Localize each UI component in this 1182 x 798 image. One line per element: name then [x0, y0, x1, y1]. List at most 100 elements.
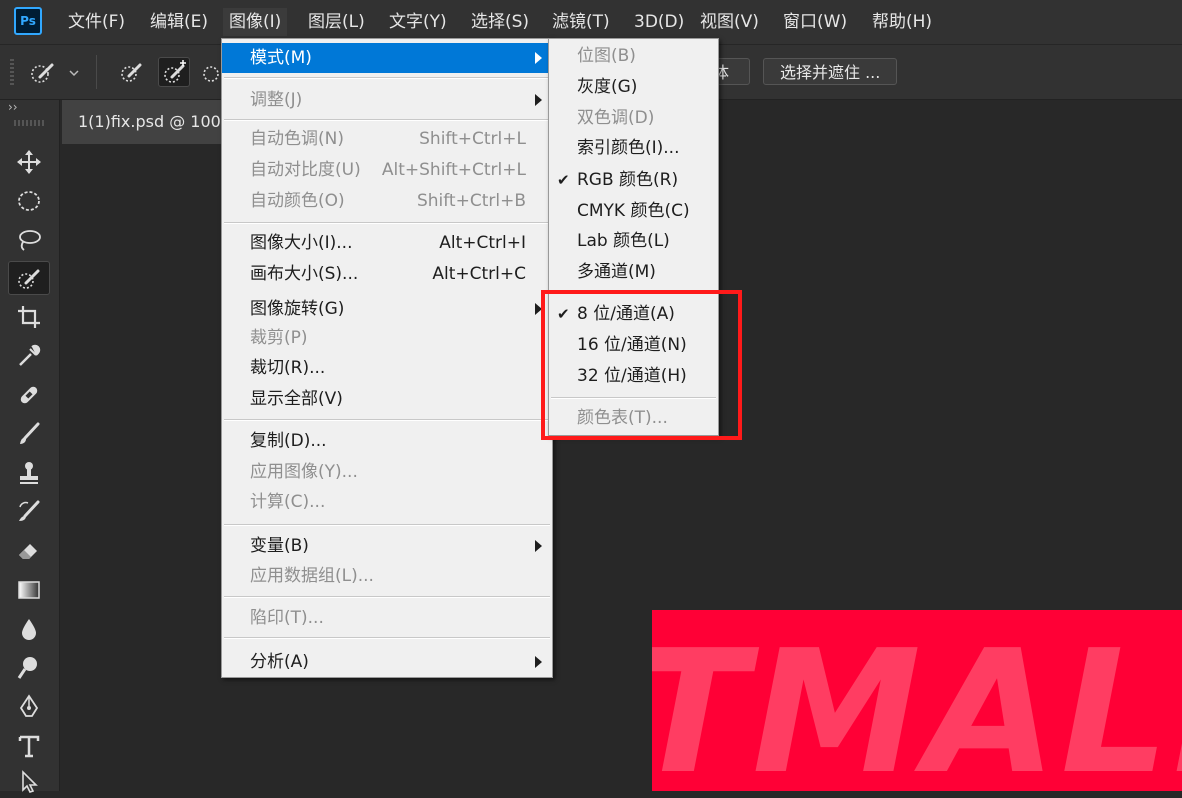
gradient-tool[interactable]: [8, 573, 50, 607]
tool-preset-picker[interactable]: [26, 57, 86, 87]
menu-help[interactable]: 帮助(H): [866, 8, 938, 36]
menu-item-label: 图像大小(I)...: [250, 233, 353, 253]
menu-item-duplicate[interactable]: 复制(D)...: [222, 426, 552, 456]
menu-item-variables[interactable]: 变量(B): [222, 531, 552, 561]
quick-selection-tool[interactable]: [8, 261, 50, 295]
submenu-item-cmyk-color[interactable]: CMYK 颜色(C): [549, 196, 718, 226]
brush-subtract-icon: [203, 66, 219, 82]
dodge-tool[interactable]: [8, 651, 50, 685]
photoshop-logo-icon: Ps: [14, 7, 42, 35]
stamp-icon: [20, 462, 38, 484]
submenu-item-duotone[interactable]: 双色调(D): [549, 103, 718, 133]
submenu-arrow-icon: [535, 52, 542, 64]
submenu-item-indexed-color[interactable]: 索引颜色(I)...: [549, 133, 718, 163]
menu-item-shortcut: Alt+Ctrl+I: [439, 233, 526, 253]
brush-tool[interactable]: [8, 417, 50, 451]
menu-item-adjustments[interactable]: 调整(J): [222, 85, 552, 115]
gradient-icon: [18, 581, 40, 599]
menu-item-trap[interactable]: 陷印(T)...: [222, 603, 552, 633]
subtract-from-selection-button[interactable]: [198, 57, 220, 87]
submenu-item-8-bit[interactable]: ✔ 8 位/通道(A): [549, 299, 718, 329]
menu-item-label: 32 位/通道(H): [577, 366, 687, 386]
submenu-item-bitmap[interactable]: 位图(B): [549, 41, 718, 71]
tools-panel: ››: [0, 100, 60, 793]
menu-select[interactable]: 选择(S): [465, 8, 535, 36]
move-tool[interactable]: [8, 145, 50, 179]
menu-filter[interactable]: 滤镜(T): [546, 8, 616, 36]
healing-brush-tool[interactable]: [8, 378, 50, 412]
menu-file[interactable]: 文件(F): [62, 8, 131, 36]
eyedropper-tool[interactable]: [8, 339, 50, 373]
history-brush-icon: [19, 500, 40, 521]
submenu-item-multichannel[interactable]: 多通道(M): [549, 257, 718, 287]
menu-separator: [551, 292, 716, 294]
menu-type[interactable]: 文字(Y): [383, 8, 453, 36]
menu-item-mode[interactable]: 模式(M): [222, 43, 552, 73]
collapse-panel-icon[interactable]: ››: [8, 100, 18, 114]
menu-item-label: 颜色表(T)...: [577, 408, 668, 428]
menu-view[interactable]: 视图(V): [694, 8, 765, 36]
bandage-icon: [20, 386, 38, 404]
eraser-tool[interactable]: [8, 534, 50, 568]
menu-window[interactable]: 窗口(W): [777, 8, 853, 36]
menu-3d[interactable]: 3D(D): [628, 8, 690, 36]
menu-item-canvas-size[interactable]: 画布大小(S)... Alt+Ctrl+C: [222, 259, 552, 289]
submenu-arrow-icon: [535, 303, 542, 315]
submenu-item-color-table[interactable]: 颜色表(T)...: [549, 403, 718, 433]
menu-item-auto-color[interactable]: 自动颜色(O) Shift+Ctrl+B: [222, 186, 552, 216]
menu-item-trim[interactable]: 裁切(R)...: [222, 353, 552, 383]
submenu-arrow-icon: [535, 656, 542, 668]
menu-item-image-size[interactable]: 图像大小(I)... Alt+Ctrl+I: [222, 228, 552, 258]
document-tab[interactable]: 1(1)fix.psd @ 100%: [62, 100, 242, 144]
menu-item-shortcut: Shift+Ctrl+B: [416, 191, 526, 211]
type-tool[interactable]: [8, 729, 50, 763]
submenu-item-lab-color[interactable]: Lab 颜色(L): [549, 226, 718, 256]
menu-separator: [551, 397, 716, 399]
crop-icon: [18, 306, 40, 328]
menu-item-shortcut: Alt+Ctrl+C: [432, 264, 526, 284]
menu-edit[interactable]: 编辑(E): [144, 8, 214, 36]
menu-layer[interactable]: 图层(L): [302, 8, 371, 36]
menu-item-calculations[interactable]: 计算(C)...: [222, 487, 552, 517]
new-selection-button[interactable]: [116, 57, 148, 87]
eyedropper-icon: [19, 344, 41, 366]
dodge-icon: [17, 657, 37, 679]
options-grip[interactable]: [10, 59, 14, 85]
menu-item-label: 复制(D)...: [250, 431, 327, 451]
menu-item-crop[interactable]: 裁剪(P): [222, 323, 552, 353]
menu-item-reveal-all[interactable]: 显示全部(V): [222, 384, 552, 414]
menu-item-label: 16 位/通道(N): [577, 335, 687, 355]
move-icon: [17, 150, 41, 174]
menu-item-auto-contrast[interactable]: 自动对比度(U) Alt+Shift+Ctrl+L: [222, 155, 552, 185]
menu-item-label: 多通道(M): [577, 262, 656, 282]
pen-tool[interactable]: [8, 690, 50, 724]
menu-item-label: 应用图像(Y)...: [250, 462, 358, 482]
menu-item-label: 自动对比度(U): [250, 160, 361, 180]
add-to-selection-button[interactable]: [158, 57, 190, 87]
crop-tool[interactable]: [8, 300, 50, 334]
clone-stamp-tool[interactable]: [8, 456, 50, 490]
menu-item-image-rotation[interactable]: 图像旋转(G): [222, 294, 552, 324]
history-brush-tool[interactable]: [8, 495, 50, 529]
submenu-item-16-bit[interactable]: 16 位/通道(N): [549, 330, 718, 360]
blur-tool[interactable]: [8, 612, 50, 646]
select-and-mask-button[interactable]: 选择并遮住 ...: [763, 58, 898, 85]
quick-selection-icon: [31, 63, 79, 83]
menu-item-label: 灰度(G): [577, 77, 638, 97]
menu-image[interactable]: 图像(I): [223, 8, 288, 36]
menu-item-apply-image[interactable]: 应用图像(Y)...: [222, 457, 552, 487]
menu-item-label: 图像旋转(G): [250, 299, 345, 319]
path-selection-tool[interactable]: [8, 764, 50, 798]
toolbar-grip[interactable]: [14, 120, 46, 126]
options-separator: [96, 55, 97, 89]
canvas-image[interactable]: TMALL: [652, 610, 1182, 791]
menu-item-auto-tone[interactable]: 自动色调(N) Shift+Ctrl+L: [222, 124, 552, 154]
submenu-item-32-bit[interactable]: 32 位/通道(H): [549, 361, 718, 391]
submenu-item-grayscale[interactable]: 灰度(G): [549, 72, 718, 102]
menu-item-apply-data-set[interactable]: 应用数据组(L)...: [222, 561, 552, 591]
menu-item-analysis[interactable]: 分析(A): [222, 647, 552, 677]
lasso-tool[interactable]: [8, 223, 50, 257]
marquee-tool[interactable]: [8, 184, 50, 218]
menu-item-label: 裁剪(P): [250, 328, 308, 348]
submenu-item-rgb-color[interactable]: ✔ RGB 颜色(R): [549, 165, 718, 195]
